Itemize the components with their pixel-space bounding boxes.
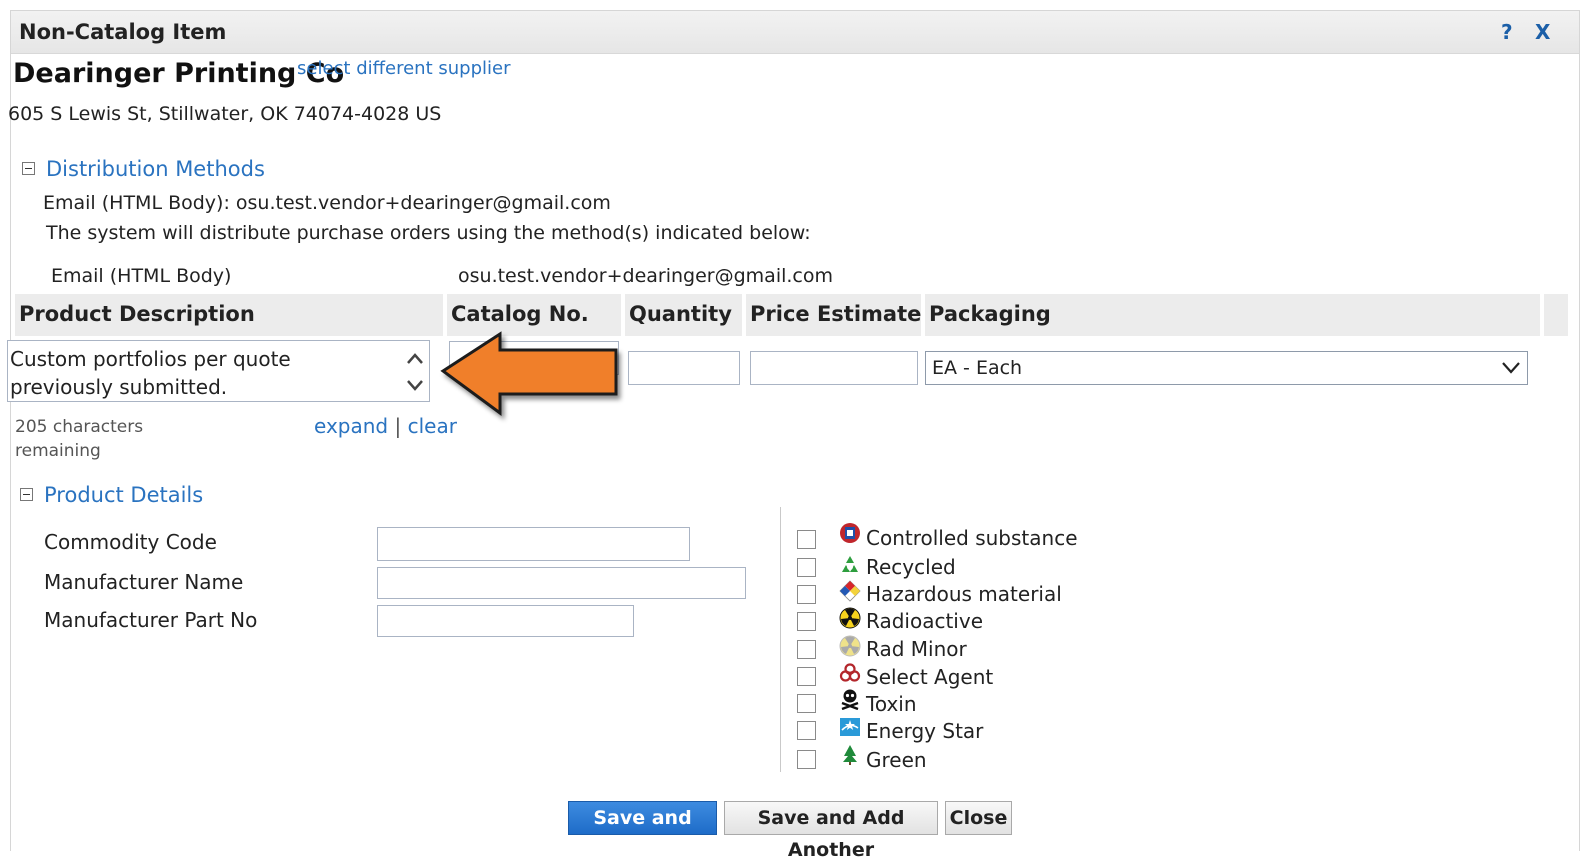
header-price-estimate: Price Estimate <box>746 294 921 336</box>
supplier-name: Dearinger Printing Co <box>13 58 345 89</box>
dialog-titlebar: Non-Catalog Item ? X <box>11 11 1579 54</box>
controlled-substance-icon <box>840 523 860 543</box>
radioactive-checkbox[interactable] <box>797 612 816 631</box>
header-product-description: Product Description <box>15 294 443 336</box>
header-price-estimate-label: Price Estimate <box>750 302 922 326</box>
close-button[interactable]: Close <box>945 801 1012 835</box>
chevron-down-icon <box>1502 362 1520 374</box>
quantity-input[interactable] <box>628 351 740 385</box>
rad-minor-icon <box>839 635 861 657</box>
product-details-collapse-icon[interactable] <box>20 488 33 501</box>
distribution-email-line: Email (HTML Body): osu.test.vendor+deari… <box>43 192 611 214</box>
green-label: Green <box>866 748 927 772</box>
save-and-close-button[interactable]: Save and Close <box>568 801 717 861</box>
supplier-address: 605 S Lewis St, Stillwater, OK 74074-402… <box>8 103 442 125</box>
header-quantity-label: Quantity <box>629 302 732 326</box>
distribution-method-label: Email (HTML Body) <box>51 265 232 287</box>
packaging-selected-value: EA - Each <box>932 357 1023 379</box>
close-icon[interactable]: X <box>1535 20 1550 44</box>
distribution-collapse-icon[interactable] <box>22 162 35 175</box>
select-different-supplier-link[interactable]: select different supplier <box>297 58 511 79</box>
commodity-code-input[interactable] <box>377 527 690 561</box>
select-agent-label: Select Agent <box>866 665 994 689</box>
distribution-notice: The system will distribute purchase orde… <box>46 222 811 244</box>
scroll-up-icon[interactable] <box>405 349 425 369</box>
price-estimate-input[interactable] <box>750 351 918 385</box>
distribution-methods-toggle[interactable]: Distribution Methods <box>46 157 265 181</box>
details-divider <box>780 507 781 772</box>
tree-icon <box>843 745 857 765</box>
skull-icon <box>841 689 859 710</box>
recycled-icon <box>842 556 858 572</box>
controlled-substance-checkbox[interactable] <box>797 530 816 549</box>
manufacturer-name-input[interactable] <box>377 567 746 599</box>
energy-star-icon <box>840 718 860 736</box>
expand-link[interactable]: expand <box>314 414 388 438</box>
controlled-substance-label: Controlled substance <box>866 526 1078 550</box>
left-arrow-icon <box>440 331 618 416</box>
dialog-title: Non-Catalog Item <box>19 20 227 44</box>
product-description-value: Custom portfolios per quote previously s… <box>10 347 291 399</box>
save-and-add-another-button[interactable]: Save and Add Another <box>724 801 938 861</box>
radioactive-icon <box>839 607 861 629</box>
hazardous-material-icon <box>839 580 861 602</box>
green-checkbox[interactable] <box>797 750 816 769</box>
biohazard-icon <box>839 663 861 682</box>
header-filler <box>1544 294 1568 336</box>
scroll-down-icon[interactable] <box>405 375 425 395</box>
characters-remaining: 205 characters remaining <box>15 417 144 461</box>
recycled-label: Recycled <box>866 555 956 579</box>
energy-star-label: Energy Star <box>866 719 984 743</box>
distribution-method-value: osu.test.vendor+dearinger@gmail.com <box>458 265 833 287</box>
rad-minor-label: Rad Minor <box>866 637 967 661</box>
toxin-label: Toxin <box>866 692 917 716</box>
header-packaging-label: Packaging <box>929 302 1051 326</box>
header-packaging: Packaging <box>925 294 1540 336</box>
rad-minor-checkbox[interactable] <box>797 640 816 659</box>
recycled-checkbox[interactable] <box>797 558 816 577</box>
radioactive-label: Radioactive <box>866 609 983 633</box>
link-separator: | <box>394 414 402 438</box>
manufacturer-part-no-input[interactable] <box>377 605 634 637</box>
select-agent-checkbox[interactable] <box>797 667 816 686</box>
header-catalog-no-label: Catalog No. <box>451 302 589 326</box>
product-details-toggle[interactable]: Product Details <box>44 483 203 507</box>
header-quantity: Quantity <box>625 294 742 336</box>
header-product-description-label: Product Description <box>19 302 255 326</box>
product-description-textarea[interactable]: Custom portfolios per quote previously s… <box>7 340 430 402</box>
hazardous-material-checkbox[interactable] <box>797 585 816 604</box>
packaging-select[interactable]: EA - Each <box>925 351 1528 385</box>
help-icon[interactable]: ? <box>1501 20 1513 44</box>
energy-star-checkbox[interactable] <box>797 721 816 740</box>
manufacturer-name-label: Manufacturer Name <box>44 570 244 594</box>
manufacturer-part-no-label: Manufacturer Part No <box>44 608 258 632</box>
hazardous-material-label: Hazardous material <box>866 582 1062 606</box>
non-catalog-item-dialog: Non-Catalog Item ? X <box>10 10 1580 851</box>
commodity-code-label: Commodity Code <box>44 530 217 554</box>
toxin-checkbox[interactable] <box>797 694 816 713</box>
